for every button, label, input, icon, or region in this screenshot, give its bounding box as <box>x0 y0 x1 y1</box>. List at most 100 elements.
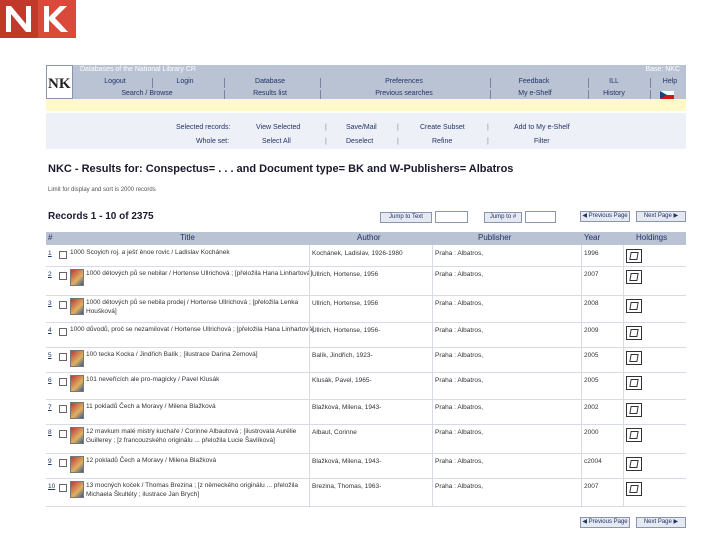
column-divider <box>309 453 310 478</box>
row-checkbox[interactable] <box>59 378 67 386</box>
row-checkbox[interactable] <box>59 272 67 280</box>
column-divider <box>309 295 310 322</box>
book-cover-icon[interactable] <box>70 402 84 419</box>
ill-link[interactable]: ILL <box>602 78 626 85</box>
row-number[interactable]: 7 <box>48 404 52 411</box>
deselect-link[interactable]: Deselect <box>346 138 373 145</box>
view-selected-link[interactable]: View Selected <box>256 124 300 131</box>
base-label: Base: NKC <box>645 66 680 73</box>
app-logo: NK <box>46 65 73 99</box>
row-checkbox[interactable] <box>59 251 67 259</box>
col-author[interactable]: Author <box>357 233 381 242</box>
results-list-link[interactable]: Results list <box>246 90 294 97</box>
row-number[interactable]: 8 <box>48 429 52 436</box>
row-number[interactable]: 2 <box>48 271 52 278</box>
holdings-icon[interactable] <box>626 270 642 284</box>
row-author: Brezina, Thomas, 1963- <box>312 483 382 490</box>
previous-searches-link[interactable]: Previous searches <box>368 90 440 97</box>
row-number[interactable]: 5 <box>48 352 52 359</box>
login-link[interactable]: Login <box>170 78 200 85</box>
book-cover-icon[interactable] <box>70 298 84 315</box>
row-publisher: Praha : Albatros, <box>435 271 484 278</box>
row-year: 2007 <box>584 483 599 490</box>
row-number[interactable]: 9 <box>48 458 52 465</box>
row-checkbox[interactable] <box>59 430 67 438</box>
book-cover-icon[interactable] <box>70 456 84 473</box>
col-number[interactable]: # <box>48 233 52 242</box>
row-title[interactable]: 1000 Scoyich roj. a ješť ěnoe rovic / La… <box>70 248 315 257</box>
save-mail-link[interactable]: Save/Mail <box>346 124 377 131</box>
row-number[interactable]: 3 <box>48 300 52 307</box>
book-cover-icon[interactable] <box>70 269 84 286</box>
next-page-button[interactable]: Next Page ▶ <box>636 211 686 222</box>
row-author: Blažková, Milena, 1943- <box>312 404 382 411</box>
row-title[interactable]: 1000 důvodů, proč se nezamilovat / Horte… <box>70 325 315 334</box>
history-link[interactable]: History <box>598 90 630 97</box>
logout-link[interactable]: Logout <box>100 78 130 85</box>
row-title[interactable]: 13 mocných koček / Thomas Brezina ; [z n… <box>86 481 315 499</box>
preferences-link[interactable]: Preferences <box>374 78 434 85</box>
book-cover-icon[interactable] <box>70 427 84 444</box>
row-title[interactable]: 12 pokladů Čech a Moravy / Milena Blažko… <box>86 456 315 465</box>
holdings-icon[interactable] <box>626 428 642 442</box>
holdings-icon[interactable] <box>626 351 642 365</box>
holdings-icon[interactable] <box>626 457 642 471</box>
row-number[interactable]: 10 <box>48 483 55 490</box>
row-title[interactable]: 101 neveřících ale pro-magicky / Pavel K… <box>86 375 315 384</box>
row-number[interactable]: 4 <box>48 327 52 334</box>
database-link[interactable]: Database <box>250 78 290 85</box>
book-cover-icon[interactable] <box>70 481 84 498</box>
col-title[interactable]: Title <box>180 233 195 242</box>
select-all-link[interactable]: Select All <box>262 138 291 145</box>
search-browse-link[interactable]: Search / Browse <box>112 90 182 97</box>
col-year[interactable]: Year <box>584 233 600 242</box>
create-subset-link[interactable]: Create Subset <box>420 124 465 131</box>
add-to-eshelf-link[interactable]: Add to My e-Shelf <box>514 124 570 131</box>
row-checkbox[interactable] <box>59 328 67 336</box>
jump-to-number-button[interactable]: Jump to # <box>484 212 522 223</box>
row-number[interactable]: 6 <box>48 377 52 384</box>
book-cover-icon[interactable] <box>70 350 84 367</box>
holdings-icon[interactable] <box>626 403 642 417</box>
row-publisher: Praha : Albatros, <box>435 250 484 257</box>
row-checkbox[interactable] <box>59 405 67 413</box>
holdings-icon[interactable] <box>626 326 642 340</box>
holdings-icon[interactable] <box>626 482 642 496</box>
filter-link[interactable]: Filter <box>534 138 550 145</box>
row-author: Balík, Jindřich, 1923- <box>312 352 373 359</box>
refine-link[interactable]: Refine <box>432 138 452 145</box>
footer-next-page-button[interactable]: Next Page ▶ <box>636 517 686 528</box>
czech-flag-icon[interactable] <box>660 91 674 99</box>
footer-previous-page-button[interactable]: ◀ Previous Page <box>580 517 630 528</box>
row-checkbox[interactable] <box>59 301 67 309</box>
row-title[interactable]: 11 pokladů Čech a Moravy / Milena Blažko… <box>86 402 315 411</box>
row-title[interactable]: 1000 dětových pů se nebila prodej / Hort… <box>86 298 315 316</box>
feedback-link[interactable]: Feedback <box>514 78 554 85</box>
selected-records-label: Selected records: <box>176 124 231 131</box>
column-divider <box>432 245 433 266</box>
row-checkbox[interactable] <box>59 459 67 467</box>
col-publisher[interactable]: Publisher <box>478 233 511 242</box>
column-divider <box>432 295 433 322</box>
holdings-icon[interactable] <box>626 249 642 263</box>
row-year: 2000 <box>584 429 599 436</box>
my-eshelf-link[interactable]: My e-Shelf <box>512 90 558 97</box>
row-publisher: Praha : Albatros, <box>435 352 484 359</box>
jump-to-text-button[interactable]: Jump to Text <box>380 212 432 223</box>
row-checkbox[interactable] <box>59 484 67 492</box>
book-cover-icon[interactable] <box>70 375 84 392</box>
holdings-icon[interactable] <box>626 299 642 313</box>
row-title[interactable]: 1000 dětových pů se nebilar / Hortense U… <box>86 269 315 278</box>
row-number[interactable]: 1 <box>48 250 52 257</box>
help-link[interactable]: Help <box>658 78 682 85</box>
previous-page-button[interactable]: ◀ Previous Page <box>580 211 630 222</box>
holdings-icon[interactable] <box>626 376 642 390</box>
row-title[interactable]: 12 mavkum malé mistry kuchaře / Corinne … <box>86 427 315 445</box>
column-divider <box>623 322 624 347</box>
table-row: 10 13 mocných koček / Thomas Brezina ; [z… <box>46 478 686 507</box>
jump-to-text-input[interactable] <box>435 211 468 223</box>
row-checkbox[interactable] <box>59 353 67 361</box>
row-title[interactable]: 100 tecka Kocka / Jindřich Balík ; [ilus… <box>86 350 315 359</box>
arrow-left-icon: ◀ <box>582 213 587 219</box>
jump-to-number-input[interactable] <box>525 211 556 223</box>
